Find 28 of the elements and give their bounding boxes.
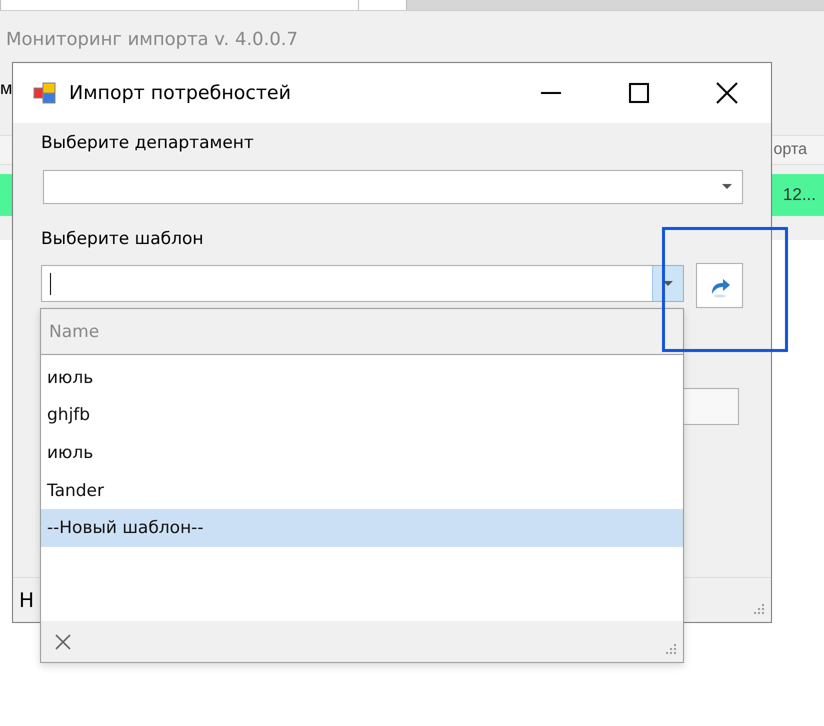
department-label: Выберите департамент bbox=[41, 133, 255, 153]
template-label: Выберите шаблон bbox=[41, 229, 204, 249]
close-icon[interactable] bbox=[55, 634, 71, 650]
window-title: Импорт потребностей bbox=[69, 82, 292, 104]
list-item[interactable]: июль bbox=[41, 434, 683, 472]
status-text: Н bbox=[19, 588, 34, 612]
column-header: орта bbox=[772, 141, 808, 159]
text-field[interactable] bbox=[684, 388, 739, 425]
list-item[interactable]: ghjfb bbox=[41, 396, 683, 434]
table-cell-text: 12... bbox=[782, 185, 817, 205]
caret-icon bbox=[722, 184, 732, 190]
minimize-icon bbox=[541, 92, 561, 94]
list-item[interactable]: Tander bbox=[41, 472, 683, 510]
app-icon bbox=[33, 82, 57, 104]
app-title: Мониторинг импорта v. 4.0.0.7 bbox=[6, 29, 299, 50]
refresh-button[interactable] bbox=[696, 263, 743, 308]
maximize-icon bbox=[629, 83, 649, 103]
dropdown-button[interactable] bbox=[652, 266, 683, 301]
resize-grip-icon[interactable] bbox=[751, 602, 765, 616]
resize-grip-icon[interactable] bbox=[663, 642, 677, 656]
caret-icon bbox=[663, 280, 673, 286]
text-cursor bbox=[50, 272, 51, 294]
close-icon bbox=[716, 82, 738, 104]
list-item[interactable]: июль bbox=[41, 359, 683, 397]
list-item[interactable]: --Новый шаблон-- bbox=[41, 509, 683, 547]
label-text: м bbox=[0, 78, 12, 99]
column-title: Name bbox=[49, 322, 100, 342]
template-combo[interactable] bbox=[41, 265, 684, 302]
